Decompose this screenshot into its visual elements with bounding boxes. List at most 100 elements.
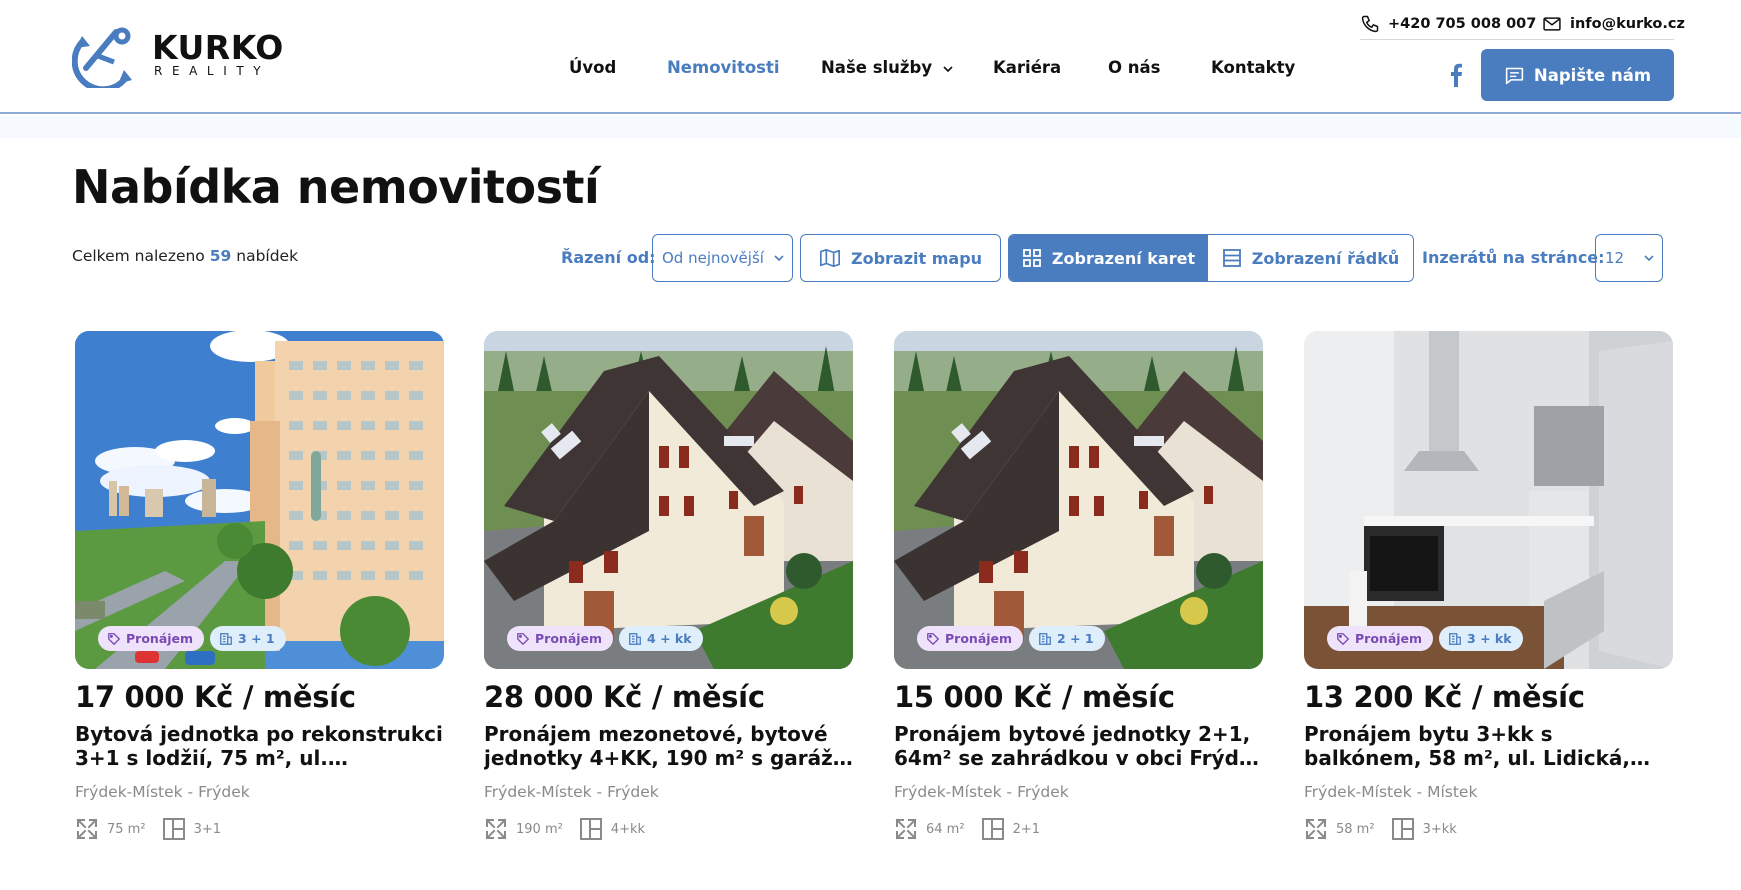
nav-item-kariera[interactable]: Kariéra	[993, 58, 1061, 77]
nav-item-label: Naše služby	[821, 58, 933, 77]
nav-item-uvod[interactable]: Úvod	[569, 58, 616, 77]
listing-location: Frýdek-Místek - Frýdek	[894, 783, 1069, 801]
sort-label: Řazení od:	[561, 248, 656, 267]
listing-title[interactable]: Bytová jednotka po rekonstrukci 3+1 s lo…	[75, 722, 447, 770]
brand-name: KURKO	[152, 28, 284, 67]
layout-value: 3+1	[193, 821, 221, 837]
listing-specs: 75 m² 3+1	[75, 816, 237, 842]
tag-icon	[107, 632, 121, 646]
layout-badge: 3 + kk	[1439, 626, 1523, 651]
area-value: 64 m²	[926, 821, 965, 837]
row-view-label: Zobrazení řádků	[1251, 248, 1400, 268]
offer-type-badge: Pronájem	[1327, 626, 1434, 651]
mail-icon	[1543, 17, 1561, 31]
row-view-button[interactable]: Zobrazení řádků	[1208, 235, 1413, 281]
show-map-label: Zobrazit mapu	[850, 248, 983, 268]
listing-badges: Pronájem 3 + 1	[98, 626, 286, 651]
spec-layout: 3+kk	[1391, 817, 1457, 841]
offer-type-label: Pronájem	[126, 631, 194, 646]
sort-select[interactable]: Od nejnovější	[652, 234, 793, 282]
nav-item-nase-sluzby[interactable]: Naše služby	[821, 58, 954, 77]
building-icon	[1448, 632, 1462, 646]
listing-photo[interactable]	[894, 331, 1263, 669]
layout-value: 4+kk	[610, 821, 646, 837]
offer-type-label: Pronájem	[1355, 631, 1423, 646]
listing-location: Frýdek-Místek - Frýdek	[484, 783, 659, 801]
expand-icon	[894, 817, 918, 841]
listing-title[interactable]: Pronájem mezonetové, bytové jednotky 4+K…	[484, 722, 856, 770]
area-value: 75 m²	[107, 821, 146, 837]
brand-subtitle: REALITY	[154, 64, 271, 78]
per-page-value: 12	[1605, 249, 1625, 267]
offer-type-badge: Pronájem	[507, 626, 614, 651]
anchor-logo-icon	[72, 27, 132, 88]
email-link[interactable]: info@kurko.cz	[1542, 10, 1685, 38]
spec-layout: 4+kk	[579, 817, 645, 841]
card-view-label: Zobrazení karet	[1051, 248, 1196, 268]
results-count-suffix: nabídek	[236, 247, 299, 265]
listing-photo[interactable]	[1304, 331, 1673, 669]
phone-number: +420 705 008 007	[1388, 16, 1537, 32]
building-icon	[219, 632, 233, 646]
listing-photo[interactable]	[75, 331, 444, 669]
floor-plan-icon	[1391, 817, 1415, 841]
offer-type-label: Pronájem	[945, 631, 1013, 646]
view-toggle: Zobrazení karet Zobrazení řádků	[1008, 234, 1414, 282]
listing-title[interactable]: Pronájem bytové jednotky 2+1, 64m² se za…	[894, 722, 1266, 770]
family-house-image	[894, 331, 1263, 669]
layout-badge: 4 + kk	[619, 626, 703, 651]
phone-icon	[1361, 15, 1379, 33]
listing-price: 17 000 Kč / měsíc	[75, 680, 356, 714]
spec-area: 64 m²	[894, 817, 965, 841]
contact-bar: +420 705 008 007 info@kurko.cz	[1360, 10, 1685, 40]
listing-card[interactable]: Pronájem 2 + 1 15 000 Kč / měsíc Pronáje…	[894, 331, 1266, 842]
listing-specs: 58 m² 3+kk	[1304, 816, 1473, 842]
area-value: 58 m²	[1336, 821, 1375, 837]
listing-photo[interactable]	[484, 331, 853, 669]
results-count-number: 59	[209, 247, 232, 265]
list-icon	[1222, 249, 1241, 267]
spec-area: 58 m²	[1304, 817, 1375, 841]
tag-icon	[516, 632, 530, 646]
listing-location: Frýdek-Místek - Místek	[1304, 783, 1478, 801]
expand-icon	[484, 817, 508, 841]
phone-link[interactable]: +420 705 008 007	[1360, 10, 1536, 38]
show-map-button[interactable]: Zobrazit mapu	[800, 234, 1001, 282]
message-icon	[1505, 67, 1524, 84]
per-page-select[interactable]: 12	[1595, 234, 1663, 282]
contact-us-button[interactable]: Napište nám	[1481, 49, 1674, 101]
card-view-button[interactable]: Zobrazení karet	[1009, 235, 1209, 281]
floor-plan-icon	[579, 817, 603, 841]
facebook-link[interactable]	[1445, 62, 1467, 88]
layout-value: 3+kk	[1422, 821, 1457, 837]
layout-badge: 2 + 1	[1029, 626, 1105, 651]
listing-card[interactable]: Pronájem 3 + 1 17 000 Kč / měsíc Bytová …	[75, 331, 444, 841]
section-band	[0, 116, 1741, 138]
kitchen-image	[1304, 331, 1673, 669]
listing-price: 28 000 Kč / měsíc	[484, 680, 765, 714]
grid-icon	[1023, 249, 1041, 267]
listing-price: 15 000 Kč / měsíc	[894, 680, 1175, 714]
area-value: 190 m²	[516, 821, 563, 837]
brand-logo[interactable]: KURKO REALITY	[72, 22, 284, 88]
listing-title[interactable]: Pronájem bytu 3+kk s balkónem, 58 m², ul…	[1304, 722, 1676, 770]
building-icon	[628, 632, 642, 646]
offer-type-label: Pronájem	[535, 631, 603, 646]
per-page-label: Inzerátů na stránce:	[1422, 248, 1605, 267]
nav-item-kontakty[interactable]: Kontakty	[1211, 58, 1295, 77]
page-title: Nabídka nemovitostí	[72, 160, 600, 214]
spec-layout: 2+1	[981, 817, 1040, 841]
nav-item-o-nas[interactable]: O nás	[1108, 58, 1160, 77]
listing-specs: 64 m² 2+1	[894, 816, 1056, 842]
chevron-down-icon	[1643, 252, 1655, 264]
spec-area: 190 m²	[484, 817, 563, 841]
nav-item-nemovitosti[interactable]: Nemovitosti	[667, 58, 780, 77]
listing-card[interactable]: Pronájem 4 + kk 28 000 Kč / měsíc Pronáj…	[484, 331, 853, 841]
listing-card[interactable]: Pronájem 3 + kk 13 200 Kč / měsíc Pronáj…	[1304, 331, 1673, 841]
listing-specs: 190 m² 4+kk	[484, 816, 661, 842]
contact-us-label: Napište nám	[1533, 65, 1652, 85]
expand-icon	[1304, 817, 1328, 841]
listing-badges: Pronájem 3 + kk	[1327, 626, 1523, 651]
building-icon	[1038, 632, 1052, 646]
listing-badges: Pronájem 4 + kk	[507, 626, 703, 651]
